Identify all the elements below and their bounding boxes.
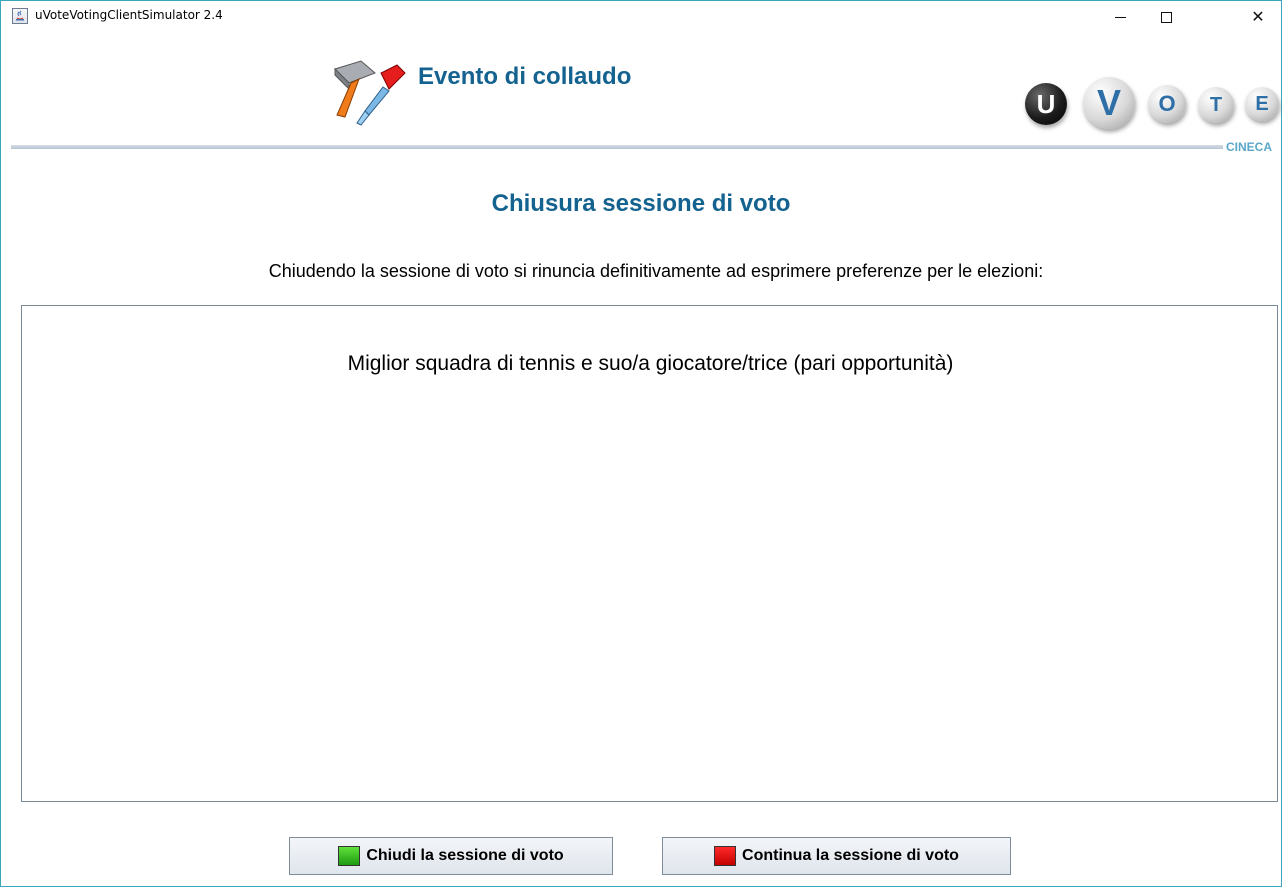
uvote-logo: U V O T E: [1023, 75, 1279, 131]
elections-list[interactable]: Miglior squadra di tennis e suo/a giocat…: [21, 305, 1278, 802]
cineca-brand: CINECA: [1226, 140, 1273, 154]
window-title: uVoteVotingClientSimulator 2.4: [35, 8, 223, 22]
logo-letter-v: V: [1083, 77, 1135, 129]
continue-session-button[interactable]: Continua la sessione di voto: [662, 837, 1011, 875]
close-session-button[interactable]: Chiudi la sessione di voto: [289, 837, 613, 875]
maximize-icon: [1160, 11, 1172, 23]
minimize-icon: [1114, 16, 1126, 18]
green-square-icon: [338, 846, 361, 866]
red-square-icon: [714, 846, 737, 866]
java-app-icon: [12, 8, 28, 24]
description-text: Chiudendo la sessione di voto si rinunci…: [268, 261, 1044, 281]
minimize-button[interactable]: [1097, 1, 1143, 33]
tools-hammer-screwdriver-icon: [334, 60, 406, 126]
header-divider: [11, 145, 1223, 149]
logo-letter-e: E: [1245, 87, 1279, 121]
close-window-button[interactable]: ✕: [1235, 1, 1281, 33]
event-title: Evento di collaudo: [418, 63, 632, 90]
list-item: Miglior squadra di tennis e suo/a giocat…: [347, 352, 954, 375]
close-session-label: Chiudi la sessione di voto: [366, 847, 564, 864]
maximize-button[interactable]: [1143, 1, 1189, 33]
app-window: uVoteVotingClientSimulator 2.4 ✕ Evento …: [0, 0, 1282, 887]
continue-session-label: Continua la sessione di voto: [742, 847, 959, 864]
logo-letter-t: T: [1198, 87, 1234, 123]
title-bar[interactable]: uVoteVotingClientSimulator 2.4 ✕: [1, 1, 1281, 33]
close-icon: ✕: [1251, 7, 1265, 26]
logo-letter-u: U: [1025, 83, 1067, 125]
section-title: Chiusura sessione di voto: [491, 190, 791, 217]
logo-letter-o: O: [1148, 85, 1186, 123]
